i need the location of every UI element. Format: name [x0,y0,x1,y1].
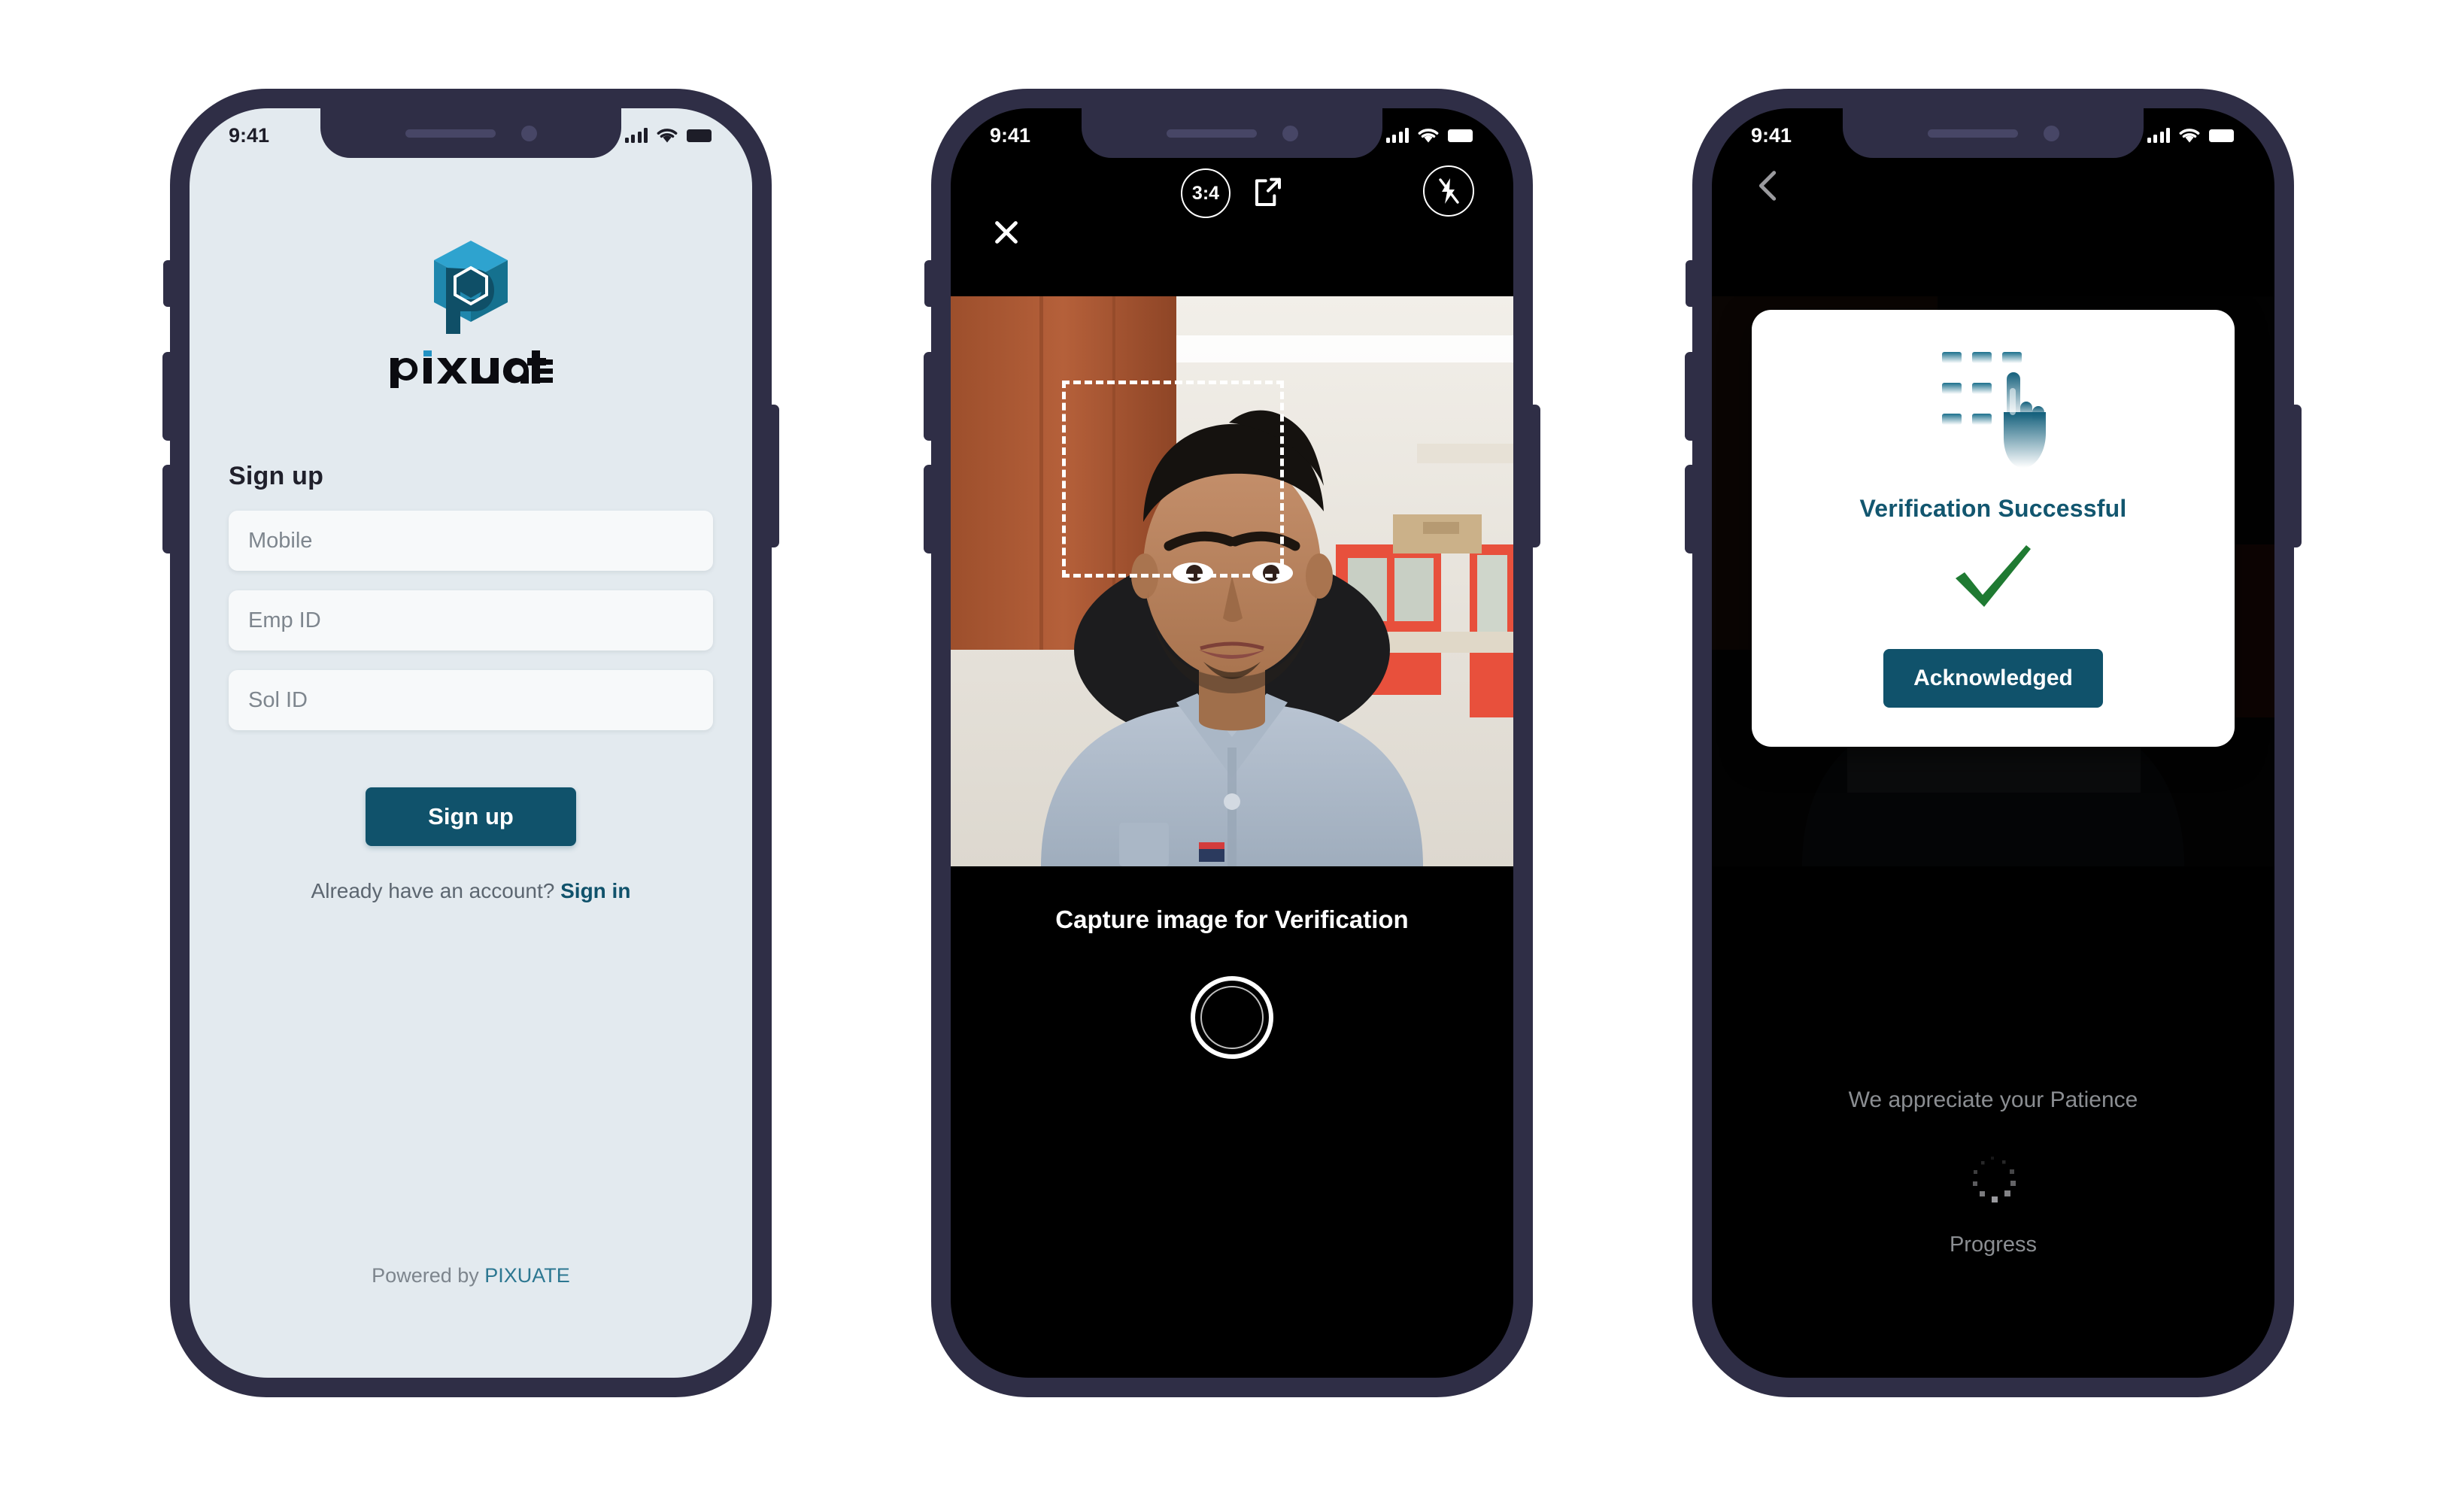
chevron-left-icon[interactable] [1751,168,1786,203]
emp-id-input[interactable] [248,608,693,633]
phone-mockup-stage: 9:41 Sign up Mobile Emp ID Sol ID Sign u… [0,0,2464,1486]
signup-form: Sign up Sign up Already have an account?… [190,462,752,903]
status-bar-time: 9:41 [1751,123,1792,147]
earpiece-speaker [405,129,496,138]
status-bar-icons [2147,127,2234,144]
aspect-ratio-button[interactable]: 3:4 [1181,168,1230,218]
cellular-bars-icon [1385,128,1409,143]
acknowledged-button[interactable]: Acknowledged [1883,649,2103,708]
volume-up-button[interactable] [924,352,932,441]
status-bar-time: 9:41 [990,123,1031,147]
status-bar-icons [624,127,712,144]
phone-device-signup: 9:41 Sign up Mobile Emp ID Sol ID Sign u… [162,89,779,1397]
progress-label: Progress [1949,1233,2038,1257]
brand-logo [190,236,752,390]
page-title: Sign up [229,462,324,490]
screen-verification-result: 9:41 Verification Successful Acknowledge… [1712,108,2274,1378]
signin-link[interactable]: Sign in [560,879,630,902]
wifi-icon [2179,129,2200,143]
shutter-button[interactable] [1191,976,1273,1059]
powered-by-text: Powered by [372,1264,479,1287]
flash-off-icon [1439,178,1459,204]
status-bar-icons [1385,127,1473,144]
face-detection-box [1062,381,1284,578]
device-notch [1843,108,2144,158]
field-sol-id[interactable] [229,670,713,730]
battery-full-icon [1448,129,1473,142]
camera-caption: Capture image for Verification [1055,905,1409,933]
verification-success-modal: Verification Successful Acknowledged [1752,310,2235,747]
camera-screen-body: 3:4 Capture image for Verification [951,108,1513,1378]
wifi-icon [657,129,678,143]
camera-center-tools: 3:4 [1181,168,1283,218]
earpiece-speaker [1166,129,1257,138]
external-link-icon[interactable] [1253,177,1283,210]
mobile-input[interactable] [248,528,693,553]
loading-spinner-icon [1973,1157,2016,1202]
status-bar-time: 9:41 [229,123,270,147]
volume-up-button[interactable] [1685,352,1693,441]
front-camera [1282,125,1298,141]
cellular-bars-icon [2147,128,2170,143]
screen-camera: 9:41 3:4 Capture image for Verification [951,108,1513,1378]
front-camera [520,125,537,141]
signin-prompt-row: Already have an account? Sign in [229,879,713,903]
patience-text: We appreciate your Patience [1848,1087,2138,1112]
powered-by-footer: Powered by PIXUATE [190,1264,752,1378]
result-screen-body: Verification Successful Acknowledged We … [1712,108,2274,1378]
touch-grid-hand-icon [1942,352,2046,468]
sol-id-input[interactable] [248,687,693,713]
signup-screen-body: Sign up Sign up Already have an account?… [190,108,752,1378]
wifi-icon [1418,129,1439,143]
phone-device-result: 9:41 Verification Successful Acknowledge… [1685,89,2302,1397]
pixuate-cube-logo [434,241,508,334]
power-button[interactable] [771,405,779,547]
modal-title: Verification Successful [1859,495,2127,522]
volume-up-button[interactable] [162,352,171,441]
phone-device-camera: 9:41 3:4 Capture image for Verification [924,89,1540,1397]
cellular-bars-icon [624,128,648,143]
power-button[interactable] [2293,405,2302,547]
field-mobile[interactable] [229,511,713,571]
powered-by-brand: PIXUATE [484,1264,570,1287]
power-button[interactable] [1532,405,1540,547]
flash-off-button[interactable] [1423,165,1474,217]
device-notch [320,108,621,158]
close-x-icon[interactable] [990,216,1023,249]
device-notch [1082,108,1382,158]
signup-button[interactable]: Sign up [366,787,576,846]
screen-signup: 9:41 Sign up Mobile Emp ID Sol ID Sign u… [190,108,752,1378]
volume-down-button[interactable] [924,465,932,553]
green-check-icon [1956,545,2031,607]
front-camera [2043,125,2059,141]
result-bottom-area: We appreciate your Patience Progress [1712,1087,2274,1378]
battery-full-icon [2209,129,2234,142]
silent-switch[interactable] [1686,260,1693,307]
pixuate-wordmark [390,350,553,388]
earpiece-speaker [1927,129,2018,138]
volume-down-button[interactable] [1685,465,1693,553]
signin-prompt-text: Already have an account? [311,879,555,902]
field-emp-id[interactable] [229,590,713,651]
camera-viewfinder [951,296,1513,866]
silent-switch[interactable] [163,260,171,307]
battery-full-icon [687,129,712,142]
volume-down-button[interactable] [162,465,171,553]
silent-switch[interactable] [924,260,932,307]
